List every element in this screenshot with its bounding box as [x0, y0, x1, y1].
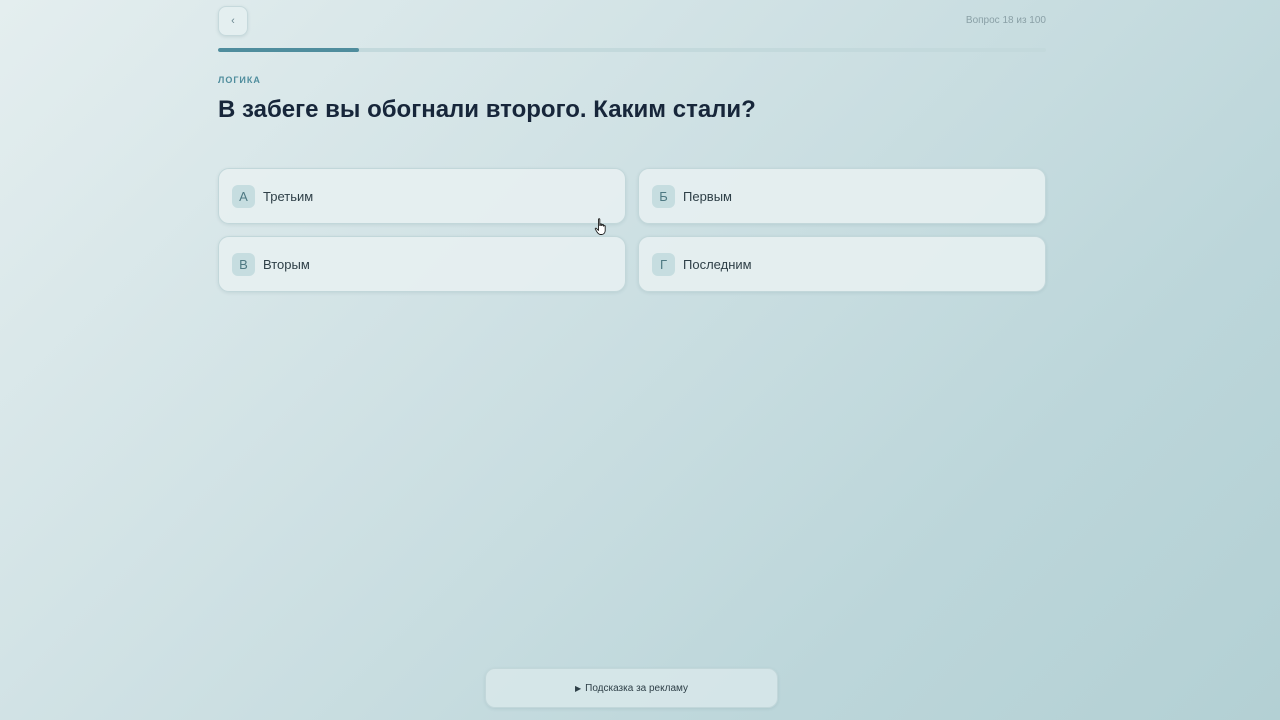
answer-option-c[interactable]: В Вторым: [218, 236, 626, 292]
progress-bar: [218, 48, 1046, 52]
play-icon: ▶: [574, 683, 582, 693]
option-letter-badge: Б: [652, 184, 675, 208]
answer-options: А Третьим Б Первым В Вторым Г Последним: [218, 168, 1046, 292]
option-label: Первым: [683, 188, 732, 204]
answer-option-d[interactable]: Г Последним: [638, 236, 1046, 292]
quiz-screen: ‹ Вопрос 18 из 100 ЛОГИКА В забеге вы об…: [218, 0, 1046, 720]
option-label: Вторым: [263, 256, 310, 272]
option-letter-badge: Г: [652, 252, 675, 276]
option-label: Третьим: [263, 188, 314, 204]
progress-fill: [218, 48, 359, 52]
answer-option-a[interactable]: А Третьим: [218, 168, 626, 224]
question-counter: Вопрос 18 из 100: [965, 15, 1046, 26]
option-letter-badge: А: [232, 184, 255, 208]
option-label: Последним: [683, 256, 752, 272]
answer-option-b[interactable]: Б Первым: [638, 168, 1046, 224]
hint-for-ad-button[interactable]: ▶ Подсказка за рекламу: [485, 668, 778, 708]
question-category: ЛОГИКА: [218, 75, 261, 85]
hand-pointer-cursor-icon: [594, 218, 606, 235]
hint-button-label: Подсказка за рекламу: [585, 682, 688, 694]
question-text: В забеге вы обогнали второго. Каким стал…: [218, 96, 756, 123]
option-letter-badge: В: [232, 252, 255, 276]
back-button[interactable]: ‹: [218, 6, 248, 36]
